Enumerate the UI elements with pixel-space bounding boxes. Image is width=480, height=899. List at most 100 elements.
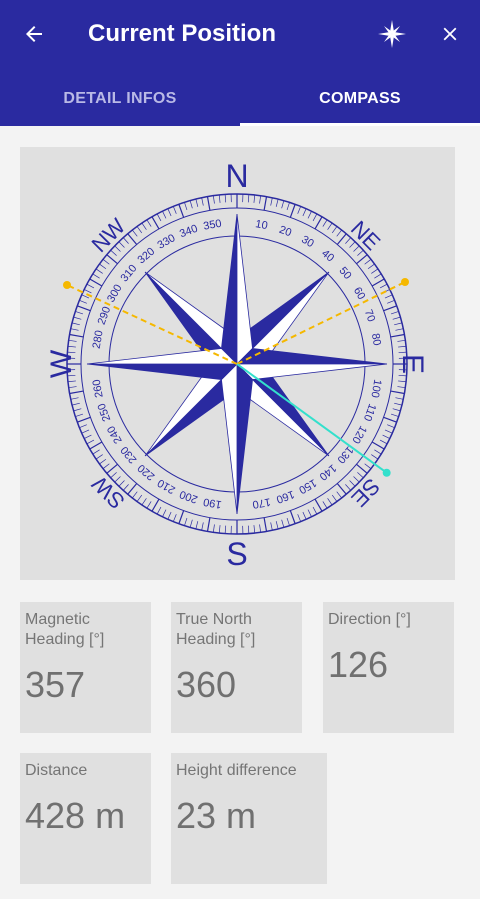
degree-label: 30 bbox=[299, 234, 316, 251]
degree-tick bbox=[302, 511, 307, 520]
degree-tick bbox=[379, 283, 388, 289]
degree-tick bbox=[212, 524, 215, 533]
degree-label: 220 bbox=[135, 462, 157, 483]
degree-tick bbox=[302, 208, 307, 217]
degree-label: 210 bbox=[156, 476, 178, 496]
degree-tick bbox=[162, 509, 167, 517]
degree-tick bbox=[118, 241, 125, 248]
distance-value: 428 m bbox=[25, 795, 126, 836]
degree-tick bbox=[371, 268, 379, 274]
tab-detail-infos[interactable]: DETAIL INFOS bbox=[0, 72, 240, 126]
degree-tick bbox=[395, 328, 404, 331]
reference-dot-right bbox=[401, 278, 409, 286]
degree-label: 350 bbox=[202, 218, 222, 233]
cardinal-s: S bbox=[226, 536, 247, 572]
degree-tick bbox=[383, 416, 397, 423]
degree-tick bbox=[69, 390, 84, 395]
degree-tick bbox=[106, 463, 118, 474]
degree-tick bbox=[102, 259, 110, 265]
compass-button[interactable] bbox=[372, 14, 412, 54]
degree-tick bbox=[95, 454, 103, 460]
degree-tick bbox=[141, 222, 147, 230]
degree-tick bbox=[307, 509, 312, 517]
degree-tick bbox=[68, 386, 77, 389]
direction-card: Direction [°] 126 bbox=[323, 602, 454, 733]
degree-tick bbox=[387, 424, 395, 429]
degree-tick bbox=[394, 402, 403, 406]
back-button[interactable] bbox=[14, 14, 54, 54]
degree-tick bbox=[167, 511, 172, 520]
degree-tick bbox=[102, 463, 110, 469]
degree-tick bbox=[172, 514, 177, 522]
height-difference-label: Height difference bbox=[176, 762, 297, 779]
degree-tick bbox=[67, 380, 76, 383]
degree-tick bbox=[384, 294, 393, 299]
degree-label: 230 bbox=[118, 444, 139, 466]
compass-rose-icon bbox=[378, 20, 406, 48]
degree-tick bbox=[322, 219, 328, 227]
degree-tick bbox=[270, 522, 273, 531]
degree-tick bbox=[336, 491, 342, 499]
arrow-left-icon bbox=[26, 26, 42, 42]
height-difference-value: 23 m bbox=[176, 795, 257, 836]
degree-tick bbox=[167, 208, 172, 217]
degree-tick bbox=[392, 408, 401, 412]
degree-tick bbox=[99, 458, 107, 465]
degree-label: 320 bbox=[135, 245, 157, 266]
degree-tick bbox=[195, 198, 199, 207]
degree-tick bbox=[118, 480, 125, 487]
degree-tick bbox=[110, 249, 117, 256]
degree-tick bbox=[73, 316, 82, 320]
degree-tick bbox=[73, 408, 82, 412]
degree-tick bbox=[390, 311, 399, 315]
degree-label: 140 bbox=[317, 462, 339, 483]
degree-tick bbox=[336, 233, 347, 245]
degree-tick bbox=[146, 219, 152, 227]
close-icon bbox=[443, 27, 457, 41]
degree-tick bbox=[99, 263, 107, 270]
degree-tick bbox=[312, 213, 318, 222]
degree-label: 190 bbox=[202, 495, 222, 510]
true-north-heading-label: True North Heading [°] bbox=[176, 611, 256, 648]
tab-compass[interactable]: COMPASS bbox=[240, 72, 480, 126]
degree-tick bbox=[81, 429, 90, 434]
degree-tick bbox=[397, 339, 406, 342]
degree-tick bbox=[69, 333, 84, 338]
degree-tick bbox=[394, 322, 403, 326]
degree-tick bbox=[275, 198, 279, 207]
degree-tick bbox=[84, 289, 92, 294]
degree-tick bbox=[322, 501, 328, 509]
degree-tick bbox=[357, 249, 364, 256]
degree-tick bbox=[349, 241, 356, 248]
intercardinal-sw: SW bbox=[87, 471, 130, 514]
degree-tick bbox=[327, 498, 333, 506]
degree-tick bbox=[162, 211, 167, 219]
cardinal-n: N bbox=[225, 158, 248, 194]
degree-tick bbox=[132, 229, 138, 237]
degree-tick bbox=[390, 390, 405, 395]
direction-dot bbox=[382, 468, 391, 477]
degree-tick bbox=[127, 233, 138, 245]
degree-tick bbox=[356, 254, 368, 265]
degree-label: 170 bbox=[251, 495, 271, 510]
degree-label: 280 bbox=[91, 329, 106, 349]
direction-value: 126 bbox=[328, 644, 389, 685]
degree-tick bbox=[92, 273, 100, 279]
degree-label: 10 bbox=[254, 218, 268, 232]
degree-label: 260 bbox=[91, 378, 106, 398]
degree-tick bbox=[67, 345, 76, 348]
close-button[interactable] bbox=[430, 14, 470, 54]
degree-tick bbox=[156, 506, 162, 515]
degree-tick bbox=[218, 194, 221, 203]
degree-tick bbox=[281, 519, 285, 528]
degree-tick bbox=[286, 202, 290, 211]
degree-tick bbox=[336, 483, 347, 495]
degree-tick bbox=[390, 333, 405, 338]
degree-tick bbox=[178, 204, 185, 218]
degree-tick bbox=[398, 374, 407, 377]
degree-tick bbox=[371, 278, 385, 287]
degree-tick bbox=[356, 463, 368, 474]
degree-tick bbox=[270, 197, 273, 206]
degree-label: 250 bbox=[96, 402, 114, 423]
degree-tick bbox=[224, 194, 227, 203]
